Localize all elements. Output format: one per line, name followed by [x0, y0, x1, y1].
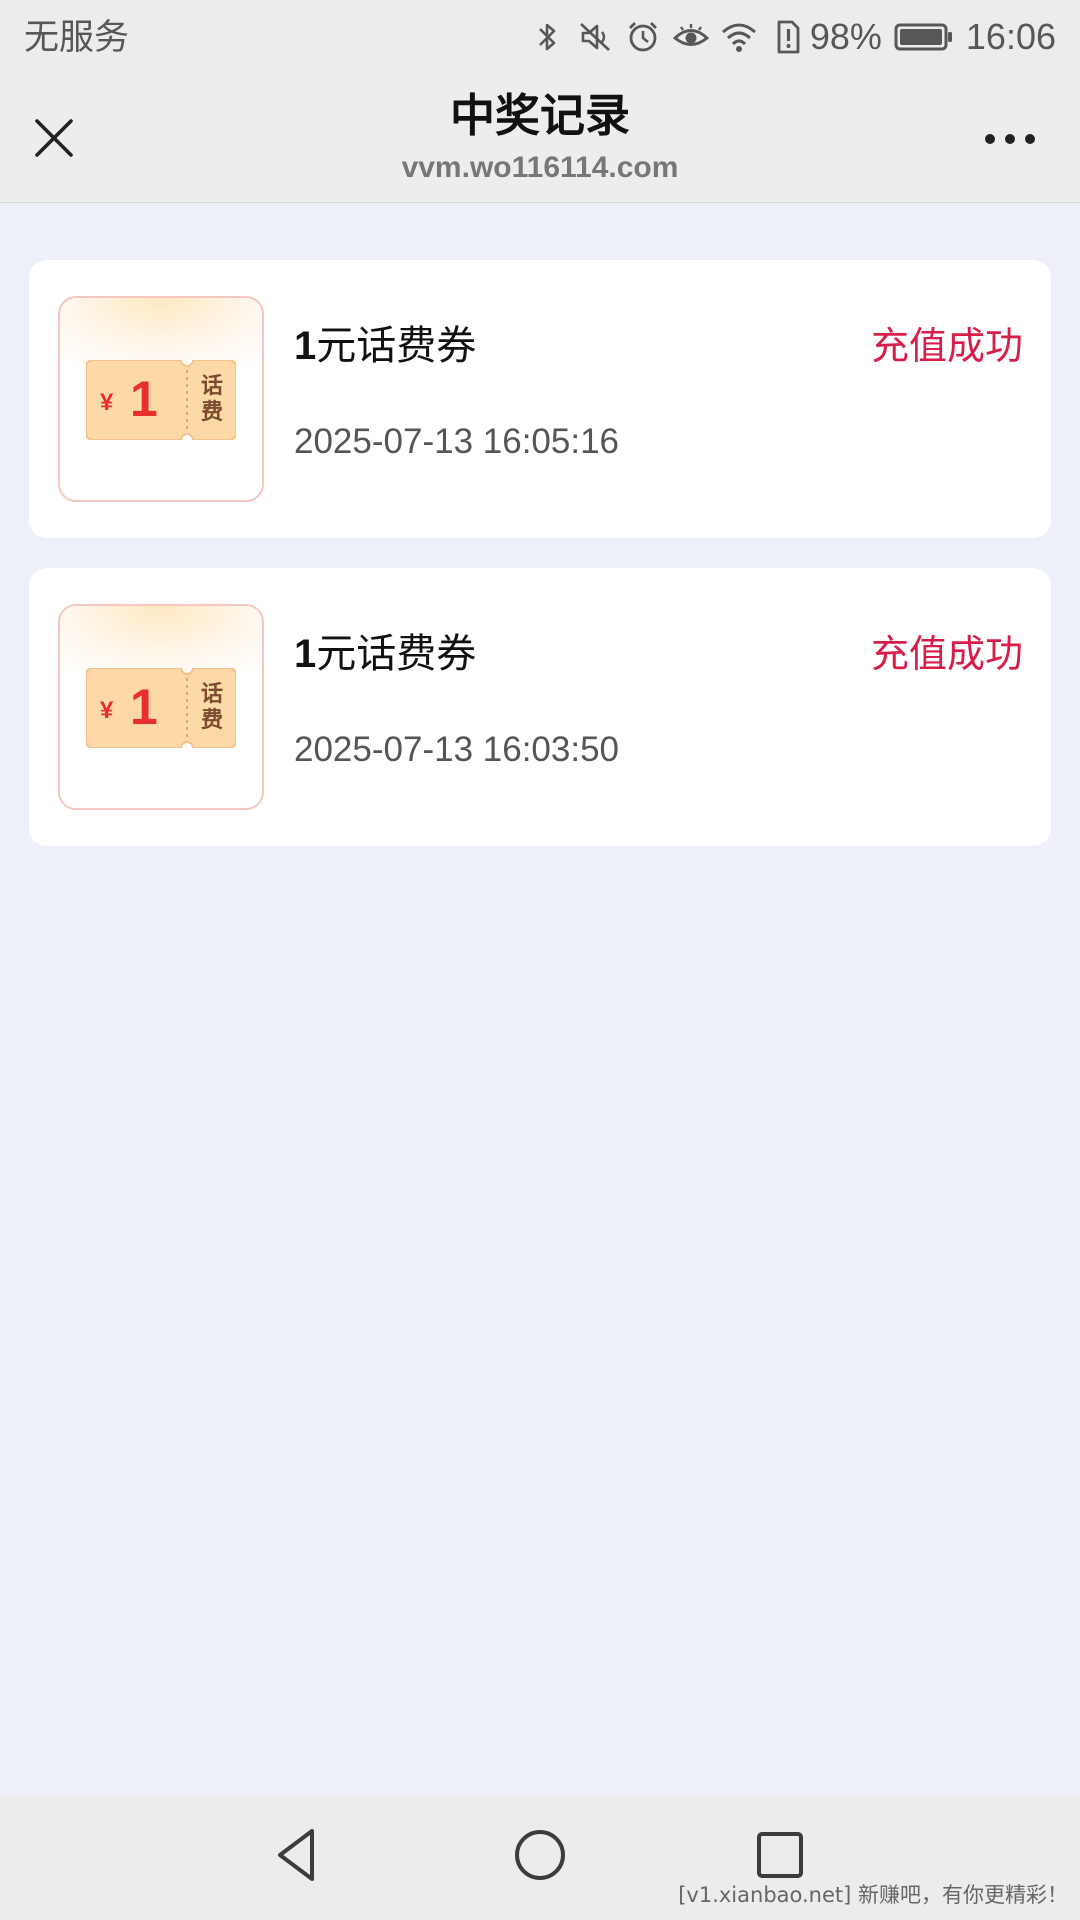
bluetooth-icon [528, 18, 566, 56]
record-status: 充值成功 [870, 324, 1023, 368]
ticket-amount: 1 [130, 371, 158, 427]
carrier-label: 无服务 [24, 18, 130, 58]
prize-record-list: ¥ 1 话费 1元话费券 充值成功 2025-07-13 16:05:16 ¥ … [29, 260, 1051, 876]
record-card[interactable]: ¥ 1 话费 1元话费券 充值成功 2025-07-13 16:03:50 [29, 568, 1051, 846]
clock: 16:06 [965, 16, 1056, 57]
record-title-text: 元话费券 [316, 631, 477, 677]
page-url: vvm.wo116114.com [401, 151, 679, 184]
recent-apps-button[interactable] [750, 1825, 810, 1885]
coupon-ticket: ¥ 1 话费 [86, 668, 236, 748]
wifi-icon [720, 18, 758, 56]
ticket-label: 话费 [200, 374, 223, 425]
eye-icon [672, 18, 710, 56]
record-title: 1元话费券 [294, 628, 476, 680]
ticket-currency: ¥ [100, 389, 114, 416]
ticket-label: 话费 [200, 682, 223, 733]
alarm-icon [624, 18, 662, 56]
record-status: 充值成功 [870, 632, 1023, 676]
back-button[interactable] [270, 1825, 330, 1885]
page-title: 中奖记录 [449, 89, 630, 142]
sim-alert-icon [768, 18, 806, 56]
system-nav-bar: [v1.xianbao.net] 新赚吧，有你更精彩！ [0, 1795, 1080, 1920]
more-icon [985, 134, 1035, 144]
status-bar: 无服务 98% 16:06 [0, 0, 1080, 76]
more-button[interactable] [980, 128, 1040, 150]
back-icon [278, 1829, 314, 1881]
ticket-currency: ¥ [100, 697, 114, 724]
battery-percent: 98% [809, 16, 882, 57]
title-bar: 中奖记录 vvm.wo116114.com [0, 76, 1080, 203]
status-icons: 98% 16:06 [528, 14, 1056, 60]
record-title-number: 1 [294, 324, 317, 368]
record-time: 2025-07-13 16:05:16 [294, 422, 619, 461]
record-card[interactable]: ¥ 1 话费 1元话费券 充值成功 2025-07-13 16:05:16 [29, 260, 1051, 538]
coupon-thumbnail: ¥ 1 话费 [58, 604, 264, 810]
record-title-text: 元话费券 [316, 323, 477, 369]
ticket-amount: 1 [130, 679, 158, 735]
record-time: 2025-07-13 16:03:50 [294, 730, 619, 769]
watermark-text: [v1.xianbao.net] 新赚吧，有你更精彩！ [678, 1883, 1068, 1907]
recent-apps-icon [757, 1832, 803, 1878]
record-title-number: 1 [294, 632, 317, 676]
battery-icon [894, 22, 954, 52]
coupon-ticket: ¥ 1 话费 [86, 360, 236, 440]
record-title: 1元话费券 [294, 320, 476, 372]
mute-icon [576, 18, 614, 56]
coupon-thumbnail: ¥ 1 话费 [58, 296, 264, 502]
home-button[interactable] [510, 1825, 570, 1885]
home-icon [515, 1830, 565, 1880]
